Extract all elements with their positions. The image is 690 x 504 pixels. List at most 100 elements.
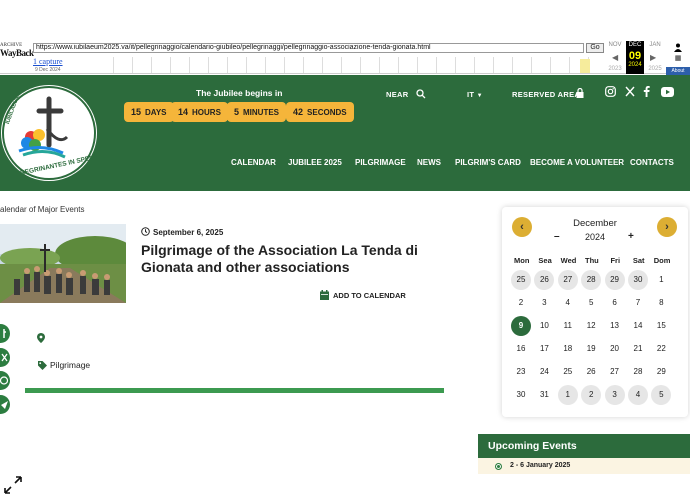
calendar-day[interactable]: 28: [581, 270, 602, 290]
calendar-day[interactable]: 4: [558, 293, 578, 313]
share-x-button[interactable]: [0, 348, 10, 367]
share-whatsapp-button[interactable]: [0, 371, 10, 390]
search-icon[interactable]: [416, 89, 426, 99]
calendar-day[interactable]: 30: [511, 385, 531, 405]
calendar-day[interactable]: 6: [605, 293, 625, 313]
calendar-day[interactable]: 17: [534, 339, 554, 359]
reserved-area-link[interactable]: RESERVED AREA: [512, 90, 580, 99]
calendar-day[interactable]: 7: [628, 293, 648, 313]
share-facebook-button[interactable]: [0, 324, 10, 343]
calendar-day-today[interactable]: 9: [511, 316, 531, 336]
wayback-go-button[interactable]: Go: [586, 43, 604, 53]
calendar-day[interactable]: 26: [581, 362, 601, 382]
facebook-icon[interactable]: [643, 86, 650, 97]
menu-jubilee-2025[interactable]: JUBILEE 2025: [288, 158, 342, 167]
calendar-day[interactable]: 12: [581, 316, 601, 336]
event-date: September 6, 2025: [141, 227, 223, 237]
year-prev[interactable]: 2023: [606, 66, 624, 72]
calendar-day[interactable]: 5: [651, 385, 672, 405]
month-prev[interactable]: NOV: [606, 42, 624, 48]
prev-arrow-icon[interactable]: ◀: [612, 53, 618, 62]
calendar-day[interactable]: 5: [581, 293, 601, 313]
wayback-sparkline[interactable]: [95, 57, 590, 73]
calendar-day[interactable]: 8: [651, 293, 671, 313]
calendar-day[interactable]: 3: [604, 385, 625, 405]
calendar-day[interactable]: 4: [627, 385, 648, 405]
expand-icon[interactable]: [3, 475, 23, 495]
user-icon[interactable]: [673, 42, 683, 52]
year-next[interactable]: 2025: [646, 66, 664, 72]
calendar-tool-icon[interactable]: ▦: [666, 54, 690, 62]
calendar-day[interactable]: 2: [581, 385, 602, 405]
calendar-day[interactable]: 22: [651, 339, 671, 359]
upcoming-event-item[interactable]: 2 - 6 January 2025: [478, 458, 690, 474]
calendar-day[interactable]: 14: [628, 316, 648, 336]
calendar-day[interactable]: 18: [558, 339, 578, 359]
location-pin-icon: [37, 333, 45, 343]
calendar-day[interactable]: 3: [534, 293, 554, 313]
menu-become-volunteer[interactable]: BECOME A VOLUNTEER: [530, 158, 624, 167]
countdown-minutes-unit: MINUTES: [243, 108, 280, 117]
calendar-day[interactable]: 13: [605, 316, 625, 336]
event-tag-label: Pilgrimage: [50, 360, 91, 370]
calendar-day[interactable]: 1: [557, 385, 578, 405]
calendar-day[interactable]: 27: [605, 362, 625, 382]
menu-news[interactable]: NEWS: [417, 158, 441, 167]
wayback-logo[interactable]: ARCHIVE WayBack: [0, 43, 34, 58]
calendar-day[interactable]: 29: [651, 362, 671, 382]
calendar-day[interactable]: 15: [651, 316, 671, 336]
youtube-icon[interactable]: [661, 87, 674, 97]
language-select[interactable]: IT ▼: [467, 90, 483, 99]
calendar-day[interactable]: 1: [651, 270, 671, 290]
x-twitter-icon[interactable]: [625, 86, 635, 97]
share-telegram-button[interactable]: [0, 395, 10, 414]
calendar-day[interactable]: 11: [558, 316, 578, 336]
calendar-day[interactable]: 16: [511, 339, 531, 359]
year-current: 2024: [628, 62, 642, 68]
wayback-url-input[interactable]: https://www.iubilaeum2025.va/it/pellegri…: [33, 43, 584, 53]
calendar-day[interactable]: 23: [511, 362, 531, 382]
calendar-year-control: – 2024 +: [502, 231, 688, 242]
near-link[interactable]: NEAR: [386, 90, 408, 99]
calendar-day[interactable]: 21: [628, 339, 648, 359]
breadcrumb[interactable]: alendar of Major Events: [0, 205, 85, 214]
countdown-seconds: 42 SECONDS: [286, 102, 354, 122]
weekday-header: Sea: [538, 256, 552, 265]
year-minus-button[interactable]: –: [554, 231, 560, 242]
calendar-day[interactable]: 10: [534, 316, 554, 336]
year-plus-button[interactable]: +: [628, 231, 634, 242]
menu-pilgrimage[interactable]: PILGRIMAGE: [355, 158, 406, 167]
add-to-calendar-button[interactable]: ADD TO CALENDAR: [320, 290, 406, 300]
calendar-day[interactable]: 2: [511, 293, 531, 313]
weekday-header: Wed: [560, 256, 577, 265]
calendar-day[interactable]: 27: [557, 270, 578, 290]
wayback-captures-link[interactable]: 1 capture: [33, 57, 63, 66]
instagram-icon[interactable]: [605, 86, 616, 97]
month-next[interactable]: JAN: [646, 42, 664, 48]
wayback-capture-date: 9 Dec 2024: [35, 67, 61, 73]
next-arrow-icon[interactable]: ▶: [650, 53, 656, 62]
calendar-day[interactable]: 25: [558, 362, 578, 382]
calendar-day[interactable]: 25: [511, 270, 531, 290]
menu-pilgrims-card[interactable]: PILGRIM'S CARD: [455, 158, 521, 167]
about-link[interactable]: About: [666, 67, 690, 75]
countdown-hours-unit: HOURS: [192, 108, 221, 117]
calendar-day[interactable]: 28: [628, 362, 648, 382]
menu-contacts[interactable]: CONTACTS: [630, 158, 674, 167]
countdown-seconds-unit: SECONDS: [307, 108, 347, 117]
calendar-day[interactable]: 26: [534, 270, 555, 290]
calendar-day[interactable]: 31: [534, 385, 554, 405]
x-share-icon: [1, 353, 8, 362]
calendar-day[interactable]: 20: [605, 339, 625, 359]
calendar-day[interactable]: 24: [534, 362, 554, 382]
upcoming-events-header: Upcoming Events: [478, 434, 690, 458]
calendar-day[interactable]: 29: [604, 270, 625, 290]
calendar-day[interactable]: 30: [627, 270, 648, 290]
event-tag[interactable]: Pilgrimage: [38, 360, 90, 370]
jubilee-logo[interactable]: IUBILAEUM A. D. MMXXV PEREGRINANTES IN S…: [1, 85, 97, 181]
countdown-hours-value: 14: [178, 107, 189, 117]
menu-calendar[interactable]: CALENDAR: [231, 158, 276, 167]
calendar-day[interactable]: 19: [581, 339, 601, 359]
chevron-down-icon: ▼: [476, 93, 483, 99]
wayback-tools: ▦ About: [666, 42, 690, 75]
